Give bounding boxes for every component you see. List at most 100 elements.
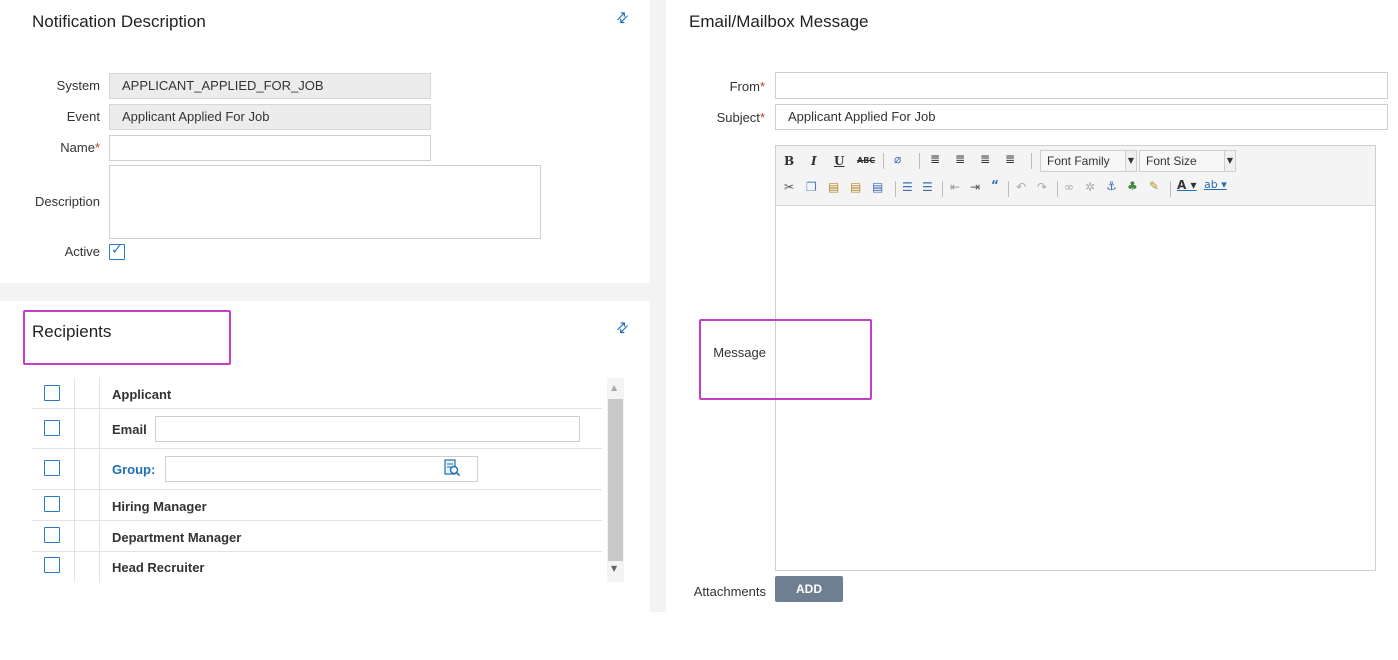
row-divider	[74, 449, 75, 489]
scroll-down-arrow[interactable]: ▼	[611, 564, 617, 573]
description-textarea[interactable]	[109, 165, 541, 239]
cut-icon[interactable]: ✂	[784, 180, 794, 194]
indent-icon[interactable]: ⇥	[970, 180, 980, 194]
name-label-text: Name	[60, 140, 95, 155]
recipient-row-group: Group:	[32, 449, 602, 490]
font-family-dropdown-arrow-icon[interactable]: ▼	[1125, 150, 1137, 172]
name-label: Name*	[32, 140, 100, 155]
toolbar-separator	[895, 181, 896, 197]
row-divider	[74, 521, 75, 551]
toolbar-separator	[1170, 181, 1171, 197]
font-size-dropdown-arrow-icon[interactable]: ▼	[1224, 150, 1236, 172]
active-checkbox[interactable]	[109, 242, 125, 260]
text-color-icon[interactable]: A ▾	[1177, 178, 1197, 192]
toolbar-separator	[883, 153, 884, 169]
toolbar-separator	[1031, 153, 1032, 169]
event-field: Applicant Applied For Job	[109, 104, 431, 130]
applicant-checkbox[interactable]	[44, 385, 60, 401]
scroll-up-arrow[interactable]: ▲	[611, 383, 617, 392]
email-checkbox[interactable]	[44, 420, 60, 436]
font-size-dropdown[interactable]: Font Size	[1139, 150, 1225, 172]
system-label: System	[56, 78, 100, 93]
group-input[interactable]	[165, 456, 478, 482]
description-label: Description	[34, 194, 100, 209]
bold-icon[interactable]: B	[784, 154, 794, 168]
image-icon[interactable]: ♣	[1127, 179, 1138, 193]
copy-icon[interactable]: ❐	[806, 180, 817, 194]
row-divider	[74, 490, 75, 520]
group-lookup-icon[interactable]	[443, 459, 461, 477]
row-divider	[74, 409, 75, 448]
undo-icon[interactable]: ↶	[1016, 180, 1026, 194]
notification-panel: Notification Description ⇄ System APPLIC…	[12, 0, 650, 283]
align-center-icon[interactable]: ≣	[955, 152, 965, 166]
group-checkbox[interactable]	[44, 460, 60, 476]
name-required-mark: *	[94, 140, 100, 155]
anchor-icon[interactable]: ⚓	[1106, 179, 1117, 193]
hiring-manager-checkbox[interactable]	[44, 496, 60, 512]
align-left-icon[interactable]: ≣	[930, 152, 940, 166]
highlight-color-icon[interactable]: ab ▾	[1204, 178, 1227, 191]
subject-label: Subject*	[680, 110, 765, 125]
email-input[interactable]	[155, 416, 580, 442]
paste-word-icon[interactable]: ▤	[872, 180, 883, 194]
department-manager-checkbox[interactable]	[44, 527, 60, 543]
paste-text-icon[interactable]: ▤	[850, 180, 861, 194]
applicant-label: Applicant	[112, 387, 172, 402]
font-family-dropdown[interactable]: Font Family	[1040, 150, 1126, 172]
numbered-list-icon[interactable]: ☰	[922, 180, 933, 194]
eraser-icon[interactable]: ⌀	[894, 152, 901, 166]
row-divider	[99, 409, 100, 448]
row-divider	[99, 449, 100, 489]
from-required-mark: *	[759, 79, 765, 94]
strikethrough-icon[interactable]: ABC	[857, 156, 875, 165]
toolbar-separator	[919, 153, 920, 169]
subject-input[interactable]: Applicant Applied For Job	[775, 104, 1388, 130]
email-title: Email/Mailbox Message	[689, 12, 869, 31]
subject-required-mark: *	[759, 110, 765, 125]
active-label: Active	[64, 244, 100, 259]
row-divider	[99, 490, 100, 520]
italic-icon[interactable]: I	[811, 154, 817, 168]
recipients-highlight	[23, 310, 231, 365]
outdent-icon[interactable]: ⇤	[950, 180, 960, 194]
subject-label-text: Subject	[716, 110, 760, 125]
recipient-row-applicant: Applicant	[32, 378, 602, 409]
unlink-icon[interactable]: ✲	[1085, 180, 1095, 194]
bullet-list-icon[interactable]: ☰	[902, 180, 913, 194]
row-divider	[99, 552, 100, 582]
center-gap	[650, 0, 666, 612]
collapse-notification-icon[interactable]: ⇄	[613, 8, 633, 28]
event-label: Event	[66, 109, 100, 124]
link-icon[interactable]: ∞	[1064, 180, 1074, 194]
blockquote-icon[interactable]: “	[991, 178, 999, 192]
group-link[interactable]: Group:	[112, 462, 155, 477]
from-input[interactable]	[775, 72, 1388, 99]
head-recruiter-checkbox[interactable]	[44, 557, 60, 573]
left-panel-gap	[0, 283, 660, 301]
cleanup-icon[interactable]: ✎	[1149, 179, 1159, 193]
align-justify-icon[interactable]: ≣	[1005, 152, 1015, 166]
recipients-scrollbar[interactable]: ▲ ▼	[607, 378, 624, 582]
system-field: APPLICANT_APPLIED_FOR_JOB	[109, 73, 431, 99]
recipient-row-head-recruiter: Head Recruiter	[32, 552, 602, 582]
toolbar-separator	[942, 181, 943, 197]
message-highlight	[699, 319, 872, 400]
add-attachment-button[interactable]: ADD	[775, 576, 843, 602]
row-divider	[74, 378, 75, 408]
redo-icon[interactable]: ↷	[1037, 180, 1047, 194]
hiring-manager-label: Hiring Manager	[112, 499, 207, 514]
scrollbar-thumb[interactable]	[608, 399, 623, 561]
attachments-label: Attachments	[693, 584, 766, 599]
align-right-icon[interactable]: ≣	[980, 152, 990, 166]
toolbar-separator	[1008, 181, 1009, 197]
toolbar-separator	[1057, 181, 1058, 197]
underline-icon[interactable]: U	[834, 154, 844, 168]
recipient-row-hiring-manager: Hiring Manager	[32, 490, 602, 521]
notification-title: Notification Description	[32, 12, 206, 31]
recipient-row-department-manager: Department Manager	[32, 521, 602, 552]
name-input[interactable]	[109, 135, 431, 161]
recipient-row-email: Email	[32, 409, 602, 449]
row-divider	[99, 521, 100, 551]
paste-icon[interactable]: ▤	[828, 180, 839, 194]
